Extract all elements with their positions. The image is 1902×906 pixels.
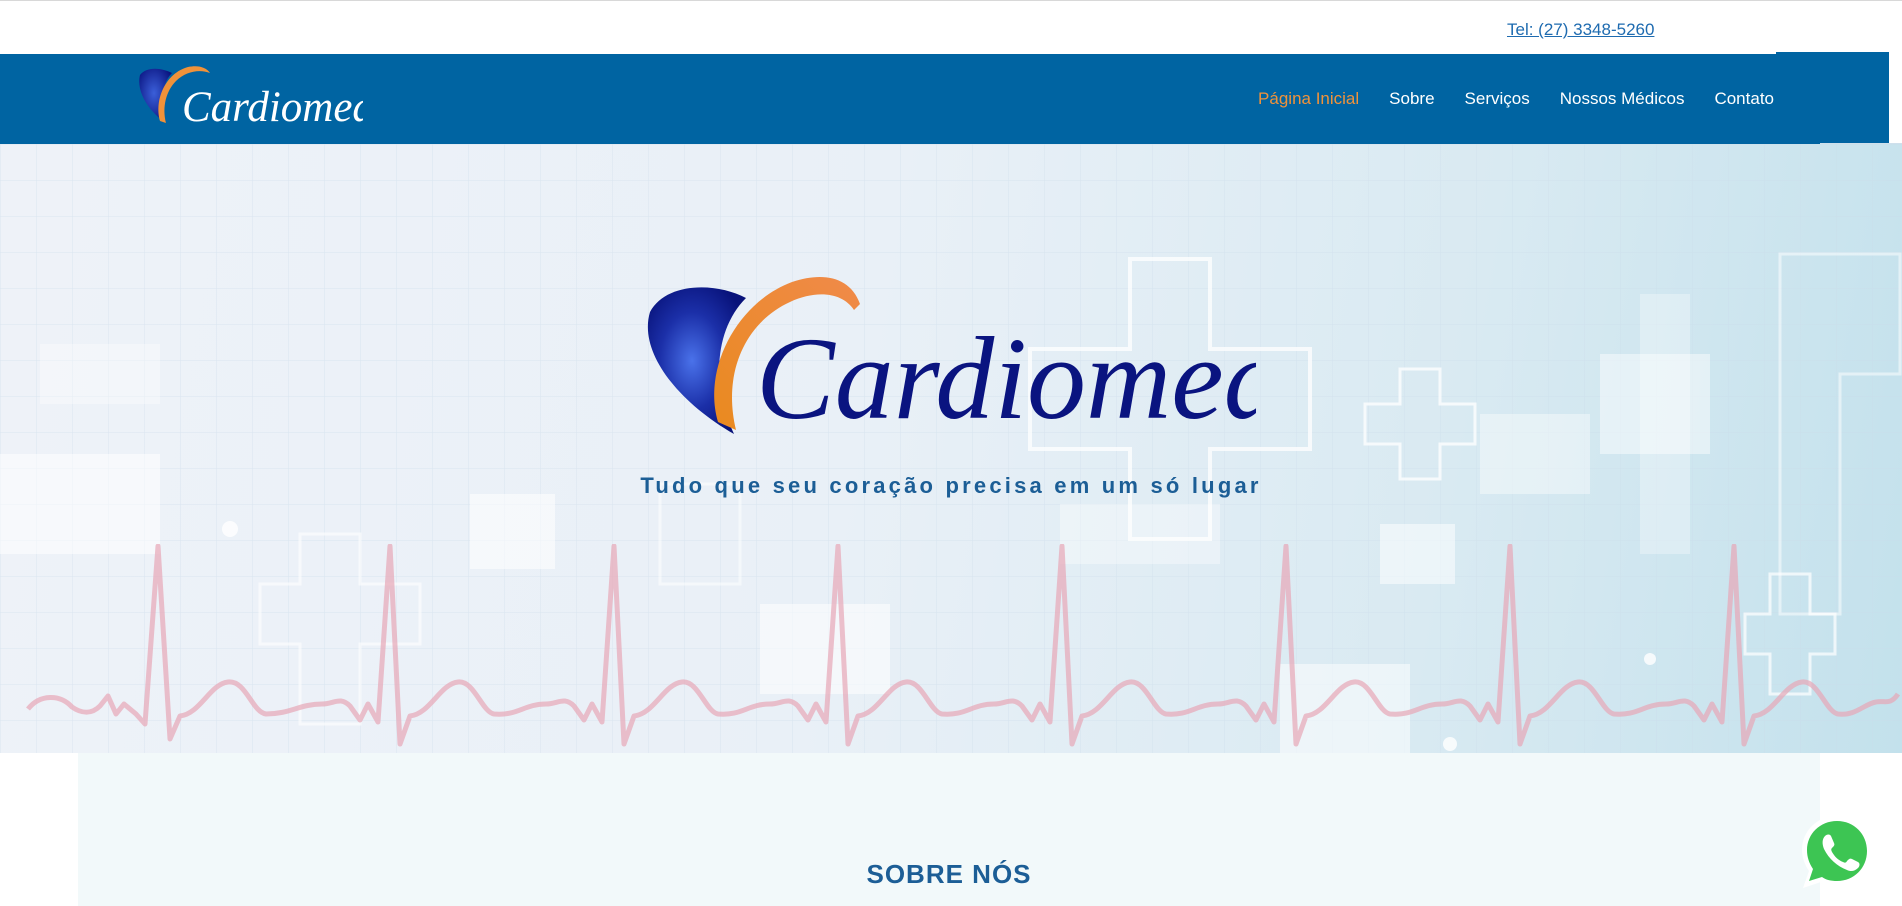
top-bar: Tel: (27) 3348-5260 — [0, 0, 1902, 54]
nav-item-servicos[interactable]: Serviços — [1465, 89, 1530, 109]
nav-item-contato[interactable]: Contato — [1714, 89, 1774, 109]
about-section: SOBRE NÓS — [78, 753, 1820, 906]
whatsapp-icon — [1802, 816, 1872, 888]
header-logo-link[interactable]: Cardiomed — [138, 63, 363, 133]
nav-item-nossos-medicos[interactable]: Nossos Médicos — [1560, 89, 1685, 109]
phone-link[interactable]: Tel: (27) 3348-5260 — [1507, 20, 1654, 40]
nav-menu: Página Inicial Sobre Serviços Nossos Méd… — [1258, 54, 1774, 144]
hero-logo-text: Cardiomed — [756, 313, 1256, 444]
header-logo-text: Cardiomed — [182, 84, 363, 131]
nav-item-pagina-inicial[interactable]: Página Inicial — [1258, 89, 1359, 109]
hero-tagline: Tudo que seu coração precisa em um só lu… — [640, 473, 1262, 498]
whatsapp-button[interactable] — [1797, 812, 1877, 892]
hero-banner: Cardiomed Tudo que seu coração precisa e… — [0, 144, 1902, 753]
cardiomed-logo-icon: Cardiomed — [139, 66, 363, 131]
nav-item-sobre[interactable]: Sobre — [1389, 89, 1434, 109]
navbar-edge-top — [1776, 52, 1889, 55]
ecg-heartbeat-line — [26, 544, 1901, 747]
about-title: SOBRE NÓS — [866, 859, 1032, 889]
cardiomed-heart-icon: Cardiomed — [647, 277, 1256, 444]
